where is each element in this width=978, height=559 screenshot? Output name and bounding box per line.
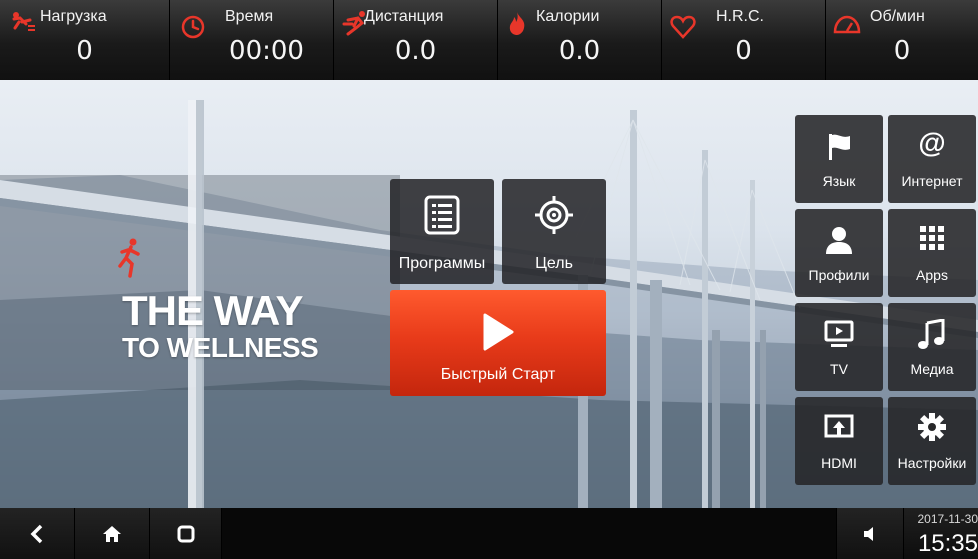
goal-label: Цель	[535, 255, 573, 272]
stat-time: Время 00:00	[170, 0, 334, 80]
goal-button[interactable]: Цель	[502, 179, 606, 284]
flag-icon	[829, 134, 850, 160]
stat-rpm: Об/мин 0	[826, 0, 978, 80]
internet-button[interactable]: @ Интернет	[888, 115, 976, 203]
stat-value: 0	[735, 36, 752, 66]
navigation-bar: 2017-11-30 15:35	[0, 508, 978, 559]
stat-label: Дистанция	[364, 8, 444, 25]
brand-line1: THE WAY	[122, 287, 303, 334]
back-button[interactable]	[0, 508, 75, 559]
music-icon	[918, 319, 945, 349]
volume-button[interactable]	[836, 508, 904, 559]
tv-icon	[824, 320, 854, 347]
stats-bar: Нагрузка 0 Время 00:00 Дистанция 0.0 Кал…	[0, 0, 978, 80]
hdmi-button[interactable]: HDMI	[795, 397, 883, 485]
status-date: 2017-11-30	[917, 512, 978, 526]
person-icon	[826, 227, 852, 254]
stat-calories: Калории 0.0	[498, 0, 662, 80]
quick-start-button[interactable]: Быстрый Старт	[390, 290, 606, 396]
speedometer-icon	[833, 15, 861, 34]
stat-distance: Дистанция 0.0	[334, 0, 498, 80]
stat-value: 0	[893, 36, 911, 66]
internet-label: Интернет	[901, 173, 963, 189]
list-icon	[424, 195, 460, 235]
media-button[interactable]: Медиа	[888, 303, 976, 391]
target-icon	[535, 196, 573, 234]
hdmi-label: HDMI	[821, 455, 857, 471]
grid-icon	[920, 226, 944, 250]
stat-label: Нагрузка	[40, 8, 107, 25]
programs-label: Программы	[398, 255, 486, 272]
speaker-icon	[864, 526, 873, 541]
language-label: Язык	[822, 173, 856, 189]
apps-label: Apps	[916, 267, 948, 283]
play-icon	[483, 313, 514, 351]
language-button[interactable]: Язык	[795, 115, 883, 203]
stat-label: Время	[225, 8, 274, 25]
brand-line2: TO WELLNESS	[122, 332, 319, 363]
recents-icon	[177, 525, 194, 542]
stat-load: Нагрузка 0	[0, 0, 170, 80]
tv-label: TV	[830, 361, 848, 377]
stat-value: 00:00	[229, 36, 304, 66]
hdmi-icon	[824, 414, 854, 438]
settings-label: Настройки	[897, 455, 967, 471]
apps-button[interactable]: Apps	[888, 209, 976, 297]
at-icon: @	[918, 127, 946, 158]
incline-icon	[12, 12, 35, 31]
media-label: Медиа	[910, 361, 954, 377]
stat-label: Об/мин	[870, 8, 925, 25]
status-clock: 2017-11-30 15:35	[904, 508, 978, 559]
quick-start-label: Быстрый Старт	[440, 366, 556, 383]
flame-icon	[509, 12, 525, 35]
recents-button[interactable]	[150, 508, 222, 559]
stat-value: 0.0	[394, 36, 437, 66]
stat-value: 0.0	[558, 36, 601, 66]
home-icon	[103, 525, 121, 542]
stat-label: Калории	[536, 8, 600, 25]
stat-hrc: H.R.C. 0	[662, 0, 826, 80]
stat-value: 0	[76, 36, 93, 66]
gear-icon	[918, 413, 946, 441]
back-icon	[30, 524, 43, 543]
profiles-button[interactable]: Профили	[795, 209, 883, 297]
profiles-label: Профили	[808, 267, 870, 283]
status-time: 15:35	[917, 530, 978, 557]
settings-button[interactable]: Настройки	[888, 397, 976, 485]
runner-logo-icon	[118, 238, 140, 278]
stat-label: H.R.C.	[716, 8, 764, 25]
tv-button[interactable]: TV	[795, 303, 883, 391]
programs-button[interactable]: Программы	[390, 179, 494, 284]
home-button[interactable]	[75, 508, 150, 559]
